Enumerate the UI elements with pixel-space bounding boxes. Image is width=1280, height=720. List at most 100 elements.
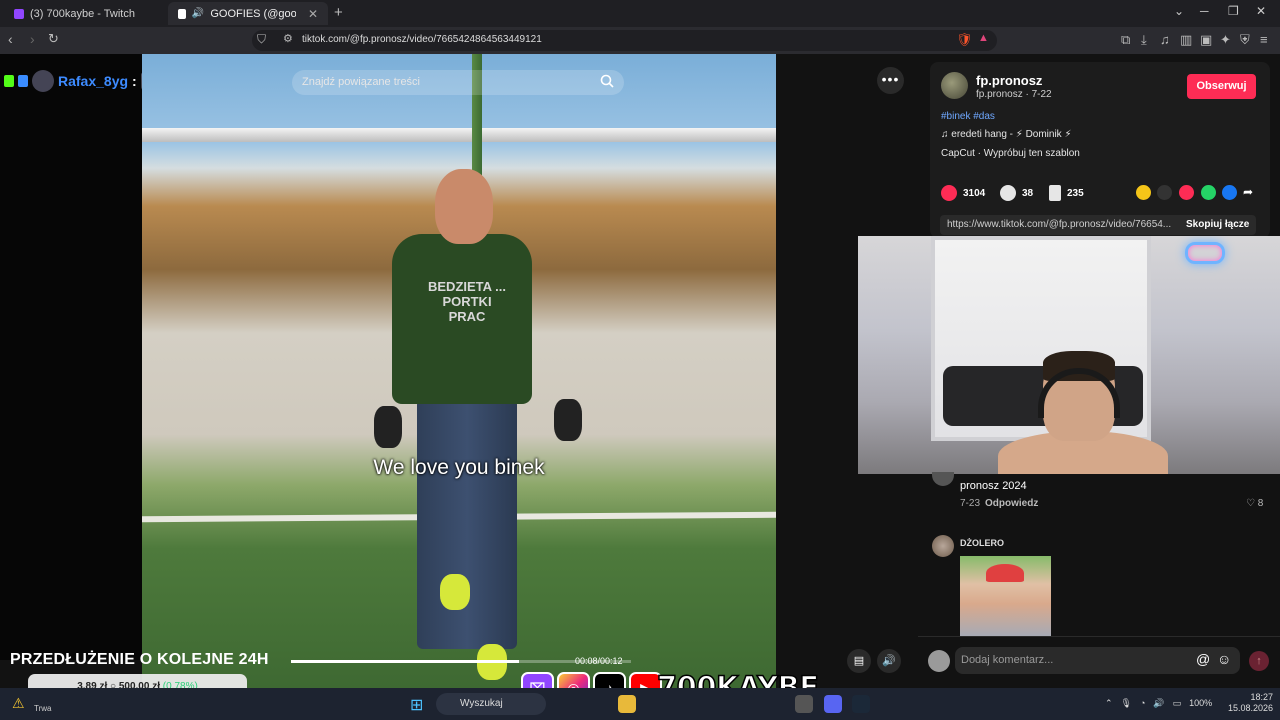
left-background	[0, 54, 142, 660]
coin-icon[interactable]	[1136, 185, 1151, 200]
app-icon[interactable]	[795, 695, 813, 713]
comment-image[interactable]	[960, 556, 1051, 636]
hashtags[interactable]: #binek #das	[941, 111, 995, 122]
volume-button[interactable]: 🔊	[877, 649, 901, 673]
tab-list-icon[interactable]: ⌄	[1174, 4, 1184, 18]
video-player[interactable]: BEDZIETA ... PORTKI PRAC	[142, 54, 776, 688]
cap-shape	[986, 564, 1024, 582]
warning-icon[interactable]: ⚠	[12, 695, 25, 712]
sidebar-icon[interactable]: ▥	[1180, 32, 1192, 48]
tab-title: GOOFIES (@goofies123) | Tik	[210, 7, 296, 20]
save-button[interactable]: 235	[1049, 185, 1084, 201]
tray-chevron-icon[interactable]: ⌃	[1105, 698, 1113, 709]
comment-text: pronosz 2024	[960, 480, 1027, 492]
chat-avatar	[32, 70, 54, 92]
video-progress-fill	[291, 660, 519, 663]
comment-like-button[interactable]: ♡ 8	[1246, 498, 1263, 509]
twitch-tab-icon	[14, 8, 24, 19]
send-icon[interactable]	[1179, 185, 1194, 200]
person-legs	[417, 399, 517, 649]
facebook-icon[interactable]	[1222, 185, 1237, 200]
file-explorer-icon[interactable]	[618, 695, 636, 713]
wifi-icon[interactable]: ◔	[1140, 698, 1145, 709]
copy-link-button[interactable]: Skopiuj łącze	[1186, 219, 1249, 230]
extensions-icon[interactable]: ⧉	[1121, 32, 1130, 48]
windows-taskbar	[0, 688, 1280, 720]
author-name[interactable]: fp.pronosz	[976, 73, 1042, 88]
volume-tray-icon[interactable]: 🔊	[1153, 698, 1164, 709]
wallet-icon[interactable]: ▣	[1200, 32, 1212, 48]
new-tab-button[interactable]: +	[334, 4, 343, 21]
url-text: tiktok.com/@fp.pronosz/video/76654248645…	[302, 34, 542, 45]
minimize-button[interactable]: ─	[1200, 4, 1209, 18]
music-link[interactable]: ♫ eredeti hang - ⚡ Dominik ⚡	[941, 129, 1071, 140]
video-link-text: https://www.tiktok.com/@fp.pronosz/video…	[947, 219, 1172, 230]
steam-icon[interactable]	[852, 695, 870, 713]
comment-date: 7-23	[960, 498, 981, 509]
browser-tab-bar: (3) 700kaybe - Twitch 🔊 GOOFIES (@goofie…	[0, 0, 1280, 27]
url-bar[interactable]: tiktok.com/@fp.pronosz/video/76654248645…	[252, 30, 997, 51]
download-icon[interactable]: ⤓	[1141, 32, 1147, 48]
taskbar-search[interactable]: Wyszukaj	[436, 693, 546, 715]
comment-author[interactable]: DŻOLERO	[960, 538, 1004, 548]
discord-icon[interactable]	[824, 695, 842, 713]
mic-icon[interactable]: 🎙	[1121, 698, 1132, 709]
music-icon[interactable]: ♫	[1160, 32, 1170, 47]
glove-left	[374, 406, 402, 448]
menu-icon[interactable]: ≡	[1260, 32, 1268, 47]
brave-rewards-icon[interactable]: ▲	[978, 32, 989, 44]
search-icon[interactable]	[600, 74, 614, 88]
chat-separator: :	[132, 73, 137, 89]
close-window-button[interactable]: ✕	[1256, 4, 1266, 18]
battery-level: 100%	[1189, 698, 1213, 708]
webcam-overlay	[858, 236, 1280, 474]
brave-shield-icon[interactable]: 🛡	[956, 32, 973, 48]
like-count: 3104	[963, 187, 986, 199]
kick-badge-icon	[4, 75, 14, 87]
site-info-icon[interactable]: ⚙	[283, 32, 293, 45]
back-button[interactable]: ‹	[8, 31, 13, 47]
comment-avatar[interactable]	[932, 535, 954, 557]
taskbar-clock[interactable]: 18:27 15.08.2026	[1228, 692, 1273, 714]
embed-icon[interactable]	[1157, 185, 1172, 200]
whatsapp-icon[interactable]	[1201, 185, 1216, 200]
more-options-button[interactable]: •••	[877, 67, 904, 94]
tiktok-tab-icon	[178, 8, 186, 19]
forward-button[interactable]: ›	[30, 31, 35, 47]
mention-icon[interactable]: @	[1196, 651, 1210, 667]
reload-button[interactable]: ↻	[48, 31, 59, 47]
tab-tiktok[interactable]: 🔊 GOOFIES (@goofies123) | Tik ✕	[168, 2, 328, 25]
leo-icon[interactable]: ✦	[1220, 32, 1231, 48]
battery-icon[interactable]: ▭	[1173, 698, 1182, 709]
follow-button[interactable]: Obserwuj	[1187, 74, 1256, 99]
clock-time: 18:27	[1250, 692, 1274, 702]
mini-player-button[interactable]: ▤	[847, 649, 871, 673]
maximize-button[interactable]: ❐	[1228, 4, 1239, 18]
close-tab-icon[interactable]: ✕	[308, 7, 318, 21]
vpn-icon[interactable]: ⛨	[1240, 32, 1250, 48]
share-arrow-icon[interactable]: ➦	[1243, 185, 1258, 200]
person-head	[435, 169, 493, 244]
post-comment-icon[interactable]: ↑	[1249, 651, 1269, 671]
speaker-icon: 🔊	[191, 8, 205, 19]
comment-placeholder: Dodaj komentarz...	[961, 654, 1054, 666]
windows-start-icon[interactable]: ⊞	[410, 695, 423, 715]
shirt-print: BEDZIETA ... PORTKI PRAC	[428, 279, 506, 324]
warning-text: Trwa	[34, 704, 52, 713]
subathon-extension-text: PRZEDŁUŻENIE O KOLEJNE 24H	[10, 651, 269, 668]
bookmark-icon[interactable]: ⛉	[257, 32, 266, 47]
tab-twitch[interactable]: (3) 700kaybe - Twitch	[4, 2, 164, 25]
author-avatar[interactable]	[941, 72, 968, 99]
shoe-left	[440, 574, 470, 610]
badge-icon	[18, 75, 28, 87]
emoji-icon[interactable]: ☺	[1217, 651, 1231, 667]
like-button[interactable]: 3104	[941, 185, 985, 201]
reply-button[interactable]: Odpowiedz	[985, 498, 1038, 509]
comment-icon	[1000, 185, 1016, 201]
video-time: 00:08/00:12	[575, 656, 623, 666]
related-search-input[interactable]: Znajdź powiązane treści	[292, 70, 624, 95]
address-toolbar: ‹ › ↻ tiktok.com/@fp.pronosz/video/76654…	[0, 27, 1280, 54]
capcut-template-link[interactable]: CapCut · Wypróbuj ten szablon	[941, 148, 1080, 159]
comment-button[interactable]: 38	[1000, 185, 1033, 201]
goal-crossbar	[142, 128, 776, 142]
